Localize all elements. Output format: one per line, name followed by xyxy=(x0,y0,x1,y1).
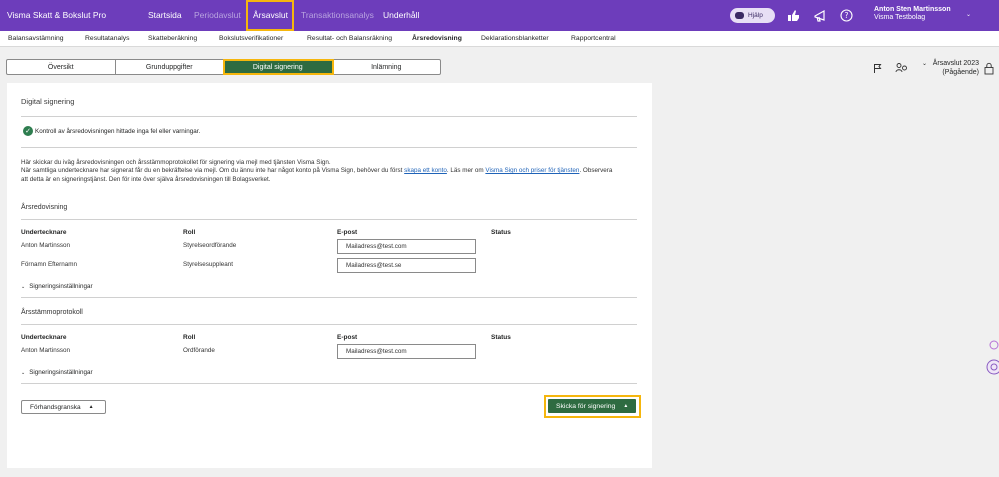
company-name: Visma Testbolag xyxy=(874,14,926,21)
info-line2b: . Läs mer om xyxy=(446,167,486,175)
divider xyxy=(21,219,637,220)
signer-role: Styrelsesuppleant xyxy=(183,261,234,268)
chevron-down-icon: ⌄ xyxy=(21,369,26,376)
section-title-arsstammoprotokoll: Årsstämmoprotokoll xyxy=(21,309,83,316)
signer-role: Ordförande xyxy=(183,347,215,354)
signer-name: Förnamn Efternamn xyxy=(21,261,77,268)
main-card: Digital signering ✓ Kontroll av årsredov… xyxy=(7,83,652,468)
svg-text:?: ? xyxy=(845,11,849,20)
info-line2: När samtliga undertecknare har signerat … xyxy=(21,167,405,175)
divider xyxy=(21,297,637,298)
chat-icon xyxy=(735,12,744,19)
user-info[interactable]: Anton Sten Martinsson Visma Testbolag xyxy=(874,6,951,22)
nav-underhall[interactable]: Underhåll xyxy=(383,10,419,20)
year-selector[interactable]: Årsavslut 2023 (Pågående) xyxy=(921,59,979,77)
signer-role: Styrelseordförande xyxy=(183,242,237,249)
question-icon[interactable]: ? xyxy=(840,9,853,22)
send-for-signing-button[interactable]: Skicka för signering ▲ xyxy=(548,399,636,413)
preview-button[interactable]: Förhandsgranska ▲ xyxy=(21,400,106,414)
app-brand: Visma Skatt & Bokslut Pro xyxy=(7,10,107,20)
divider xyxy=(21,324,637,325)
help-button[interactable]: Hjälp xyxy=(730,8,775,23)
tab-digital-signering[interactable]: Digital signering xyxy=(223,59,334,75)
col-role: Roll xyxy=(183,334,196,341)
sign-settings-label: Signeringsinställningar xyxy=(29,369,93,376)
col-signer: Undertecknare xyxy=(21,229,67,236)
sign-settings-toggle[interactable]: ⌄ Signeringsinställningar xyxy=(21,369,93,376)
user-name: Anton Sten Martinsson xyxy=(874,6,951,13)
col-signer: Undertecknare xyxy=(21,334,67,341)
help-label: Hjälp xyxy=(748,12,763,19)
divider xyxy=(21,147,637,148)
chevron-up-icon: ▲ xyxy=(623,403,629,409)
col-status: Status xyxy=(491,229,511,236)
subnav-resultat-balans[interactable]: Resultat- och Balansräkning xyxy=(307,35,392,42)
col-status: Status xyxy=(491,334,511,341)
assistant-widget-icon[interactable] xyxy=(985,335,999,377)
flag-icon[interactable] xyxy=(873,63,883,74)
sub-nav: Balansavstämning Resultatanalys Skattebe… xyxy=(0,31,999,47)
subnav-skatteberakning[interactable]: Skatteberäkning xyxy=(148,35,197,42)
visma-sign-link[interactable]: Visma Sign och priser för tjänsten xyxy=(485,167,579,174)
subnav-arsredovisning[interactable]: Årsredovisning xyxy=(412,35,462,42)
signer-name: Anton Martinsson xyxy=(21,347,71,354)
sign-settings-toggle[interactable]: ⌄ Signeringsinställningar xyxy=(21,283,93,290)
tab-bar: Översikt Grunduppgifter Digital signerin… xyxy=(6,59,441,75)
chevron-down-icon: ⌄ xyxy=(21,283,26,290)
col-email: E-post xyxy=(337,334,358,341)
tab-oversikt[interactable]: Översikt xyxy=(7,60,116,74)
tab-grunduppgifter[interactable]: Grunduppgifter xyxy=(116,60,224,74)
col-role: Roll xyxy=(183,229,196,236)
check-status: ✓ Kontroll av årsredovisningen hittade i… xyxy=(23,126,200,136)
subnav-resultatanalys[interactable]: Resultatanalys xyxy=(85,35,130,42)
nav-highlight-box xyxy=(246,0,294,31)
signer-name: Anton Martinsson xyxy=(21,242,71,249)
divider xyxy=(21,383,637,384)
chevron-up-icon: ▲ xyxy=(88,404,94,410)
megaphone-icon[interactable] xyxy=(813,9,826,22)
tab-inlamning[interactable]: Inlämning xyxy=(333,60,441,74)
create-account-link[interactable]: skapa ett konto xyxy=(404,167,447,174)
subnav-deklarationsblanketter[interactable]: Deklarationsblanketter xyxy=(481,35,549,42)
email-field[interactable]: Mailadress@test.se xyxy=(337,258,476,273)
info-line1: Här skickar du iväg årsredovisningen och… xyxy=(21,159,331,166)
sign-settings-label: Signeringsinställningar xyxy=(29,283,93,290)
chevron-down-icon[interactable]: ⌄ xyxy=(966,11,971,18)
nav-startsida[interactable]: Startsida xyxy=(148,10,182,20)
subnav-rapportcentral[interactable]: Rapportcentral xyxy=(571,35,616,42)
lock-icon[interactable] xyxy=(984,62,994,75)
check-icon: ✓ xyxy=(23,126,33,136)
subnav-balansavstamning[interactable]: Balansavstämning xyxy=(8,35,64,42)
nav-periodavslut[interactable]: Periodavslut xyxy=(194,10,241,20)
divider xyxy=(21,116,637,117)
email-field[interactable]: Mailadress@test.com xyxy=(337,239,476,254)
email-field[interactable]: Mailadress@test.com xyxy=(337,344,476,359)
send-label: Skicka för signering xyxy=(556,402,616,410)
people-settings-icon[interactable] xyxy=(895,62,908,74)
check-message: Kontroll av årsredovisningen hittade ing… xyxy=(35,127,201,135)
preview-label: Förhandsgranska xyxy=(30,403,81,411)
year-status: (Pågående) xyxy=(942,69,979,76)
send-highlight-box: Skicka för signering ▲ xyxy=(544,395,641,418)
year-label: Årsavslut 2023 xyxy=(932,60,979,67)
top-bar: Visma Skatt & Bokslut Pro Startsida Peri… xyxy=(0,0,999,31)
nav-transaktionsanalys[interactable]: Transaktionsanalys xyxy=(301,10,374,20)
section-title-arsredovisning: Årsredovisning xyxy=(21,204,68,211)
subnav-bokslutsverifikationer[interactable]: Bokslutsverifikationer xyxy=(219,35,283,42)
col-email: E-post xyxy=(337,229,358,236)
thumbs-icon[interactable] xyxy=(787,9,800,22)
page-title: Digital signering xyxy=(21,97,75,106)
info-text: Här skickar du iväg årsredovisningen och… xyxy=(21,159,621,184)
